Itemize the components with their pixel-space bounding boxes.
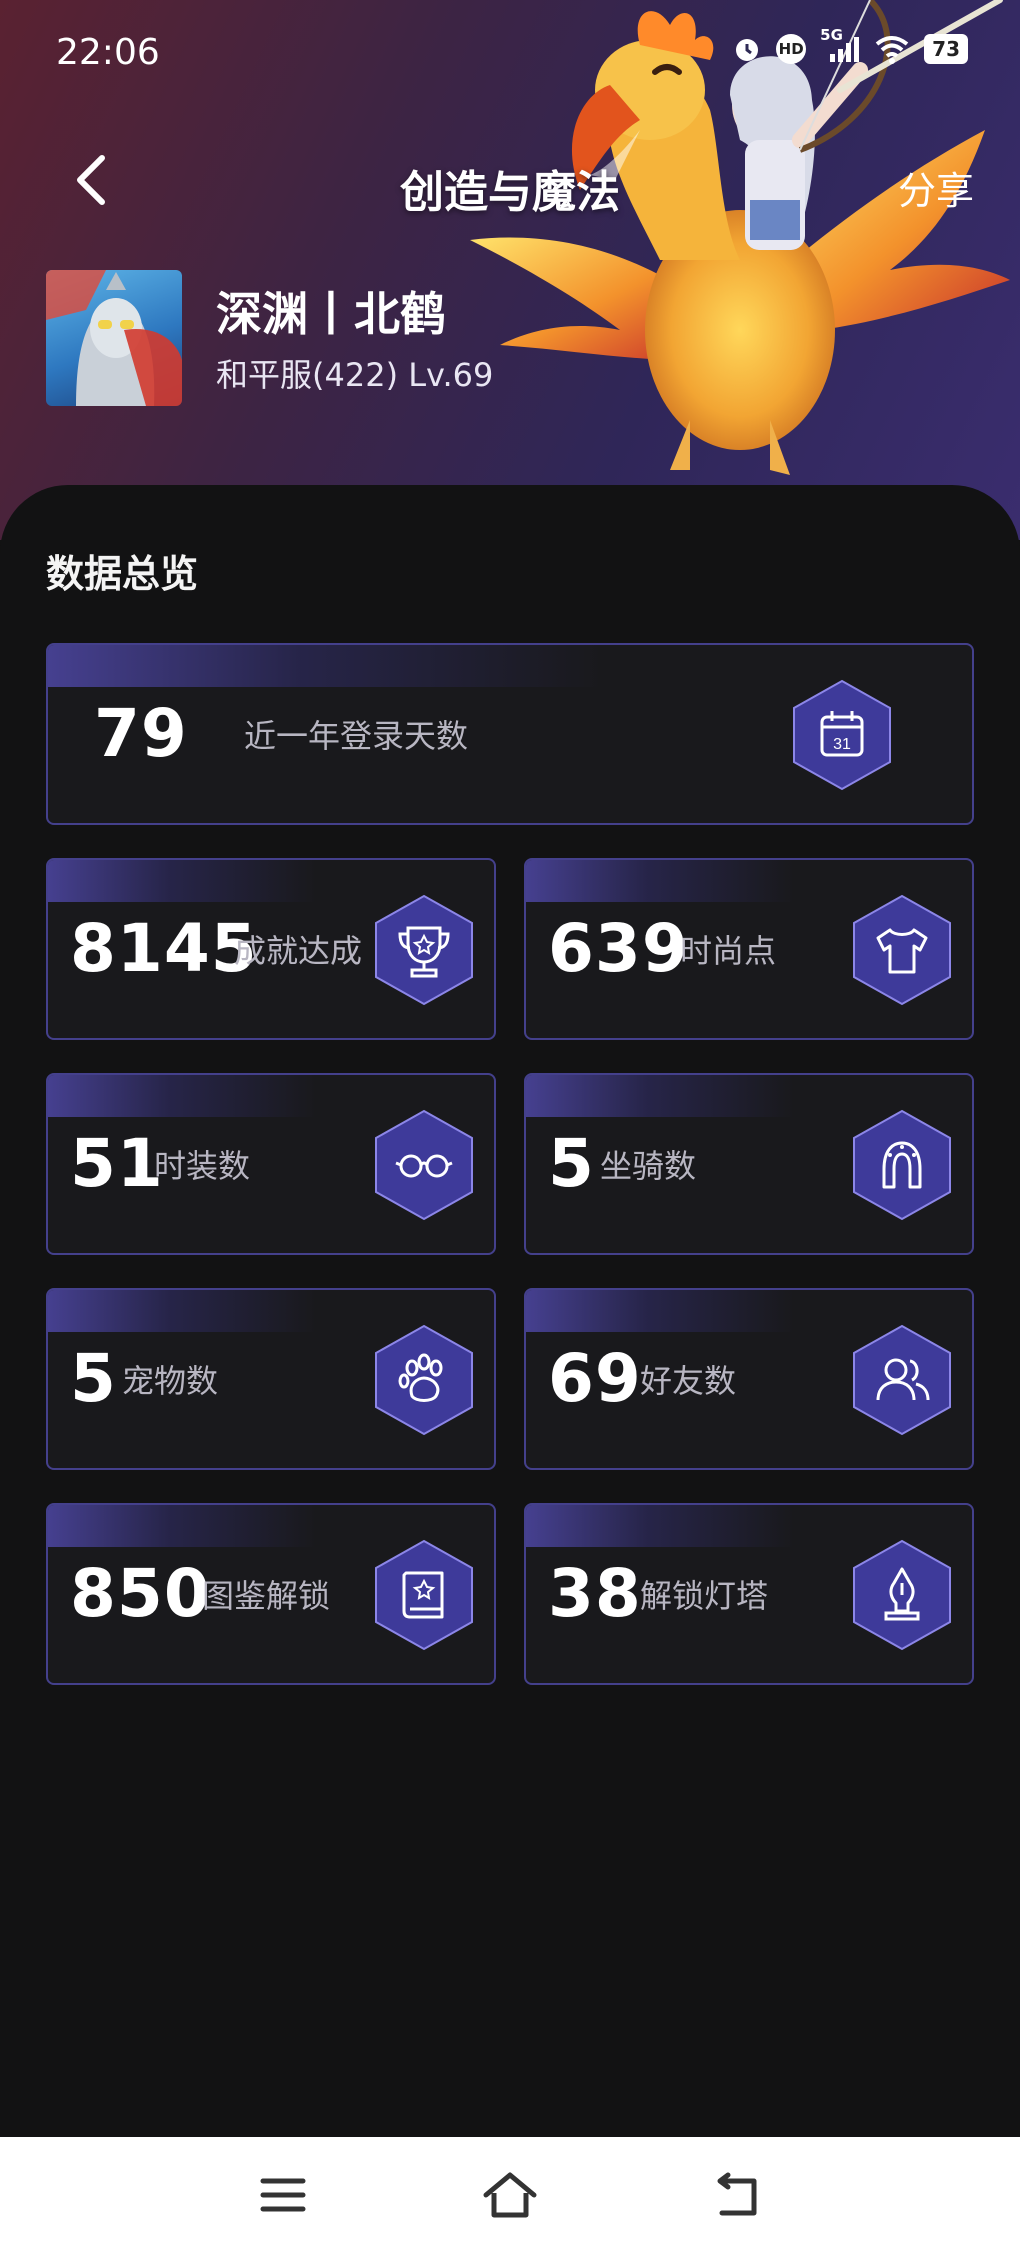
- share-button[interactable]: 分享: [898, 160, 974, 215]
- signal-icon: 5G: [820, 26, 860, 64]
- stat-label: 时装数: [154, 1147, 251, 1185]
- stat-value: 8145: [70, 910, 258, 987]
- stat-card-achievements[interactable]: 8145 成就达成: [46, 858, 496, 1040]
- hero-character-art: [470, 0, 1010, 475]
- stat-card-costumes[interactable]: 51 时装数: [46, 1073, 496, 1255]
- stat-label: 解锁灯塔: [640, 1577, 769, 1615]
- menu-icon[interactable]: [255, 2167, 311, 2223]
- stat-label: 成就达成: [234, 932, 363, 970]
- avatar[interactable]: [46, 270, 182, 406]
- stat-value: 69: [548, 1340, 642, 1417]
- stat-card-mounts[interactable]: 5 坐骑数: [524, 1073, 974, 1255]
- stat-value: 850: [70, 1555, 211, 1632]
- stat-label: 时尚点: [680, 932, 777, 970]
- page-title: 创造与魔法: [400, 167, 620, 218]
- glasses-icon: [375, 1109, 473, 1221]
- trophy-icon: [375, 894, 473, 1006]
- stat-value: 639: [548, 910, 689, 987]
- overview-panel: 数据总览 79 近一年登录天数 31 8145 成就达成 639 时尚点 51 …: [0, 485, 1020, 2137]
- avatar-image: [46, 270, 182, 406]
- friends-icon: [853, 1324, 951, 1436]
- section-title: 数据总览: [46, 552, 199, 596]
- tshirt-icon: [853, 894, 951, 1006]
- back-icon[interactable]: [708, 2167, 764, 2223]
- stat-card-codex[interactable]: 850 图鉴解锁: [46, 1503, 496, 1685]
- stat-label: 近一年登录天数: [244, 717, 469, 755]
- hd-icon: HD: [776, 34, 807, 64]
- stat-label: 图鉴解锁: [202, 1577, 331, 1615]
- stat-value: 5: [548, 1125, 595, 1202]
- battery-icon: 73: [924, 34, 968, 64]
- stat-value: 38: [548, 1555, 642, 1632]
- player-name: 深渊丨北鹤: [216, 287, 446, 341]
- stat-value: 51: [70, 1125, 164, 1202]
- home-icon[interactable]: [482, 2167, 538, 2223]
- status-icons: HD 5G 73: [732, 26, 968, 64]
- login-days-card[interactable]: 79 近一年登录天数 31: [46, 643, 974, 825]
- book-icon: [375, 1539, 473, 1651]
- svg-text:31: 31: [833, 736, 851, 753]
- player-server-level: 和平服(422) Lv.69: [216, 356, 494, 394]
- paw-icon: [375, 1324, 473, 1436]
- status-time: 22:06: [56, 32, 160, 73]
- system-navigation-bar: [0, 2137, 1020, 2255]
- stat-value: 79: [94, 695, 188, 772]
- stat-label: 好友数: [640, 1362, 737, 1400]
- stat-card-pets[interactable]: 5 宠物数: [46, 1288, 496, 1470]
- stat-card-friends[interactable]: 69 好友数: [524, 1288, 974, 1470]
- horseshoe-icon: [853, 1109, 951, 1221]
- alarm-icon: [736, 39, 759, 61]
- stat-label: 坐骑数: [600, 1147, 697, 1185]
- hero-header: 22:06 HD 5G 73 创造与魔法 分享 深渊丨北鹤 和平服(422) L…: [0, 0, 1020, 540]
- stat-value: 5: [70, 1340, 117, 1417]
- stat-card-fashion-points[interactable]: 639 时尚点: [524, 858, 974, 1040]
- wifi-icon: [875, 36, 909, 64]
- lighthouse-icon: [853, 1539, 951, 1651]
- calendar-icon: 31: [793, 679, 891, 791]
- stat-card-lighthouses[interactable]: 38 解锁灯塔: [524, 1503, 974, 1685]
- stat-label: 宠物数: [122, 1362, 219, 1400]
